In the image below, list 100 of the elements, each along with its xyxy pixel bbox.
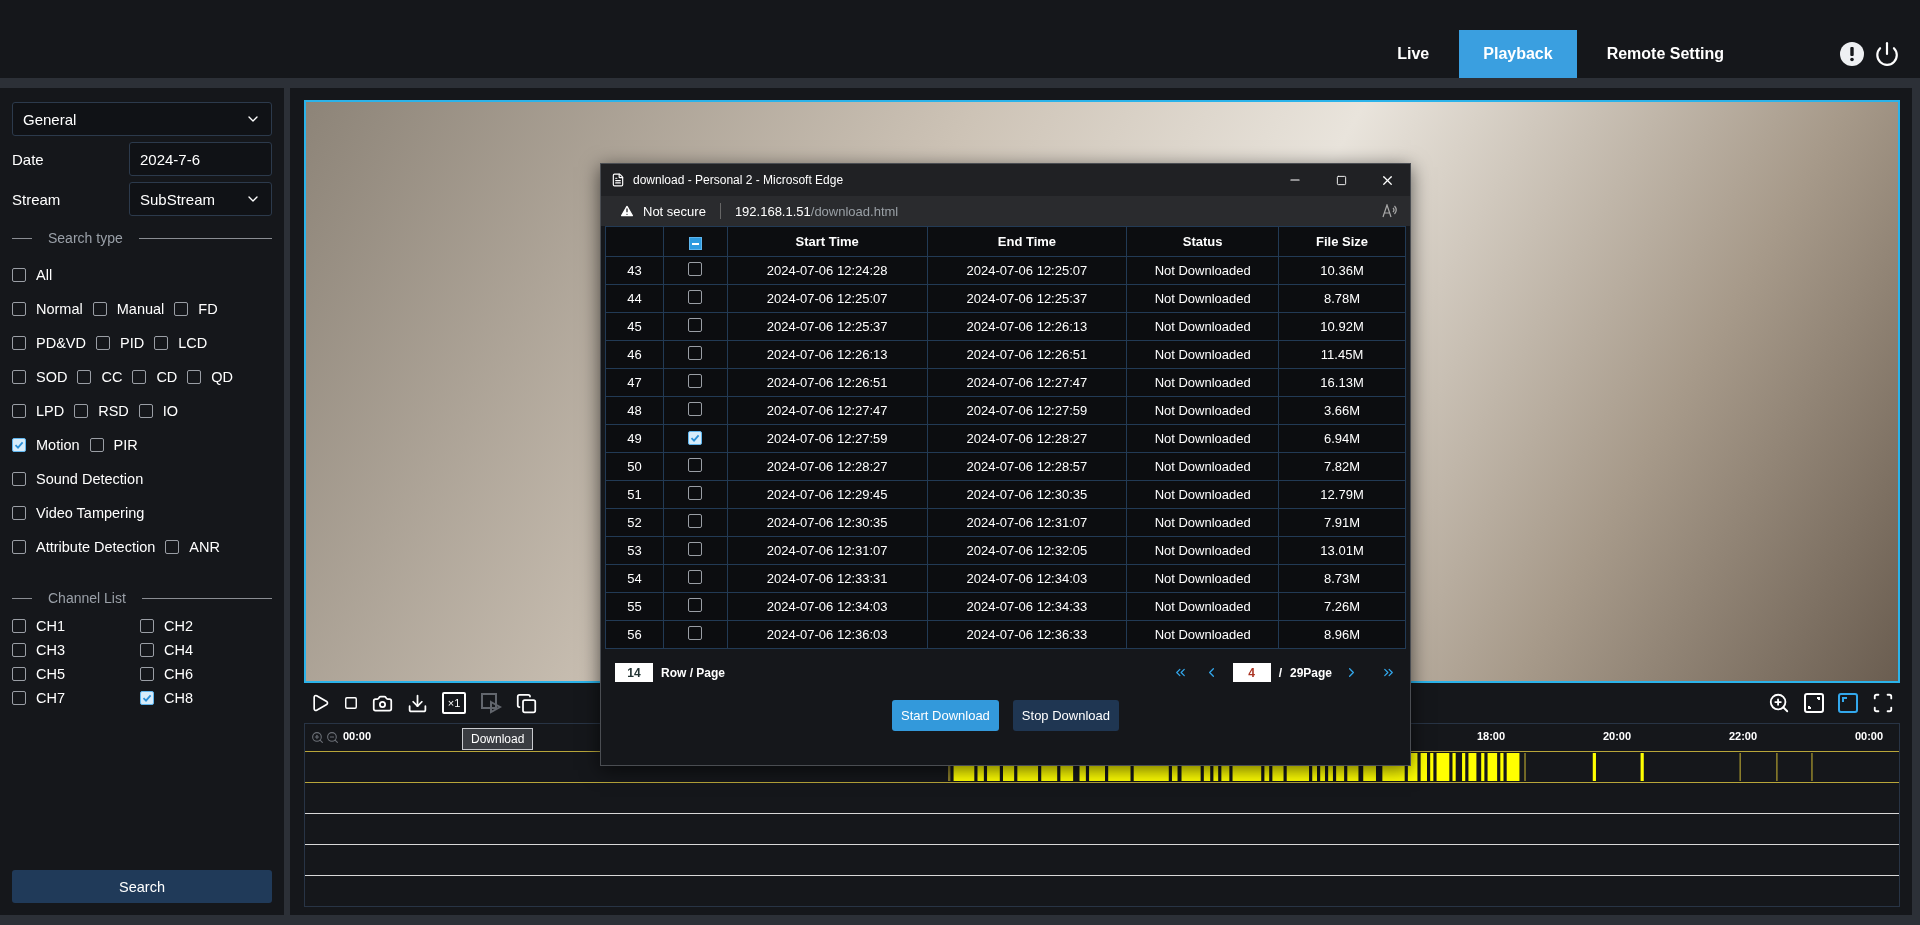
checkbox-label: QD [211,369,234,385]
table-cell: Not Downloaded [1126,284,1279,313]
table-cell: 7.82M [1278,452,1406,481]
checkbox[interactable] [187,370,202,384]
checkbox[interactable] [12,691,26,705]
rows-per-page-label: Row / Page [661,665,725,680]
nav-tab[interactable]: Live [1373,30,1454,78]
section-title: Search type [48,230,123,246]
security-label[interactable]: Not secure [643,203,706,219]
table-cell: 55 [605,592,664,621]
stream-select[interactable]: SubStream [129,182,272,216]
checkbox[interactable] [165,540,180,554]
checkbox-label: LCD [178,335,208,351]
checkbox[interactable] [688,570,703,584]
zoom-out-icon[interactable] [326,731,339,744]
alert-icon[interactable] [1840,42,1864,66]
checkbox[interactable] [140,667,154,681]
table-cell: Not Downloaded [1126,340,1279,369]
checkbox[interactable] [12,472,26,486]
checkbox[interactable] [95,336,110,350]
checkbox[interactable] [12,302,26,316]
read-aloud-icon[interactable] [1382,204,1398,218]
table-cell: 2024-07-06 12:26:51 [727,368,928,397]
power-icon[interactable] [1874,41,1900,67]
checkbox-label: Sound Detection [36,471,144,487]
zoom-in-icon[interactable] [311,731,324,744]
play-button[interactable] [310,693,330,713]
checkbox[interactable] [12,643,26,657]
checkbox[interactable] [688,514,703,528]
checkbox[interactable] [688,626,703,640]
checkbox[interactable] [688,458,703,472]
checkbox[interactable] [12,370,26,384]
checkbox[interactable] [688,598,703,612]
checkbox[interactable] [688,374,703,388]
rows-per-page-field[interactable]: 14 [615,663,653,682]
table-cell: 43 [605,256,664,285]
checkbox[interactable] [12,336,26,350]
checkbox[interactable] [89,438,104,452]
checkbox[interactable] [92,302,107,316]
fit-button[interactable] [1804,693,1824,713]
speed-button[interactable]: ×1 [442,692,466,714]
table-cell: Not Downloaded [1126,312,1279,341]
table-cell: 7.26M [1278,592,1406,621]
date-field[interactable]: 2024-7-6 [129,142,272,176]
column-header: Status [1126,226,1279,257]
table-cell: 8.73M [1278,564,1406,593]
stop-download-button[interactable]: Stop Download [1012,700,1120,731]
page-field[interactable]: 4 [1232,663,1271,682]
table-cell: Not Downloaded [1126,620,1279,649]
checkbox-label: CH5 [36,666,65,682]
checkbox[interactable] [688,346,703,360]
checkbox[interactable] [12,268,26,282]
checkbox-label: Manual [116,301,165,317]
checkbox-label: Motion [36,437,80,453]
table-cell: 2024-07-06 12:27:59 [727,424,928,453]
checkbox[interactable] [688,431,703,445]
table-cell: 45 [605,312,664,341]
table-cell: 10.92M [1278,312,1406,341]
checkbox[interactable] [12,506,26,520]
checkbox[interactable] [688,486,703,500]
url-text[interactable]: 192.168.1.51/download.html [734,203,899,219]
search-button[interactable]: Search [12,870,272,903]
stop-button[interactable] [344,696,358,710]
checkbox[interactable] [77,370,92,384]
table-cell: 2024-07-06 12:26:51 [927,340,1127,369]
nav-tab[interactable]: Remote Setting [1582,30,1748,78]
checkbox[interactable] [138,404,153,418]
checkbox[interactable] [688,290,703,304]
checkbox[interactable] [688,318,703,332]
table-cell: 2024-07-06 12:36:03 [727,620,928,649]
checkbox[interactable] [12,667,26,681]
table-cell: 51 [605,480,664,509]
checkbox[interactable] [12,619,26,633]
zoom-in-button[interactable] [1768,692,1790,714]
checkbox[interactable] [154,336,169,350]
checkbox[interactable] [74,404,89,418]
fullscreen-button[interactable] [1872,692,1894,714]
mode-select[interactable]: General [12,102,272,136]
time-tick-label: 00:00 [342,730,372,742]
checkbox[interactable] [140,643,154,657]
checkbox[interactable] [12,540,26,554]
checkbox[interactable] [12,404,26,418]
aspect-ratio-button[interactable] [1838,693,1858,713]
table-cell: 50 [605,452,664,481]
download-button[interactable] [407,692,428,714]
checkbox[interactable] [688,542,703,556]
windows-button[interactable] [516,692,537,714]
time-tick-label: 00:00 [1854,730,1884,742]
table-cell: Not Downloaded [1126,508,1279,537]
select-all-checkbox[interactable] [688,237,702,251]
checkbox[interactable] [140,619,154,633]
column-header: File Size [1278,226,1406,257]
table-cell: 49 [605,424,664,453]
checkbox[interactable] [688,402,703,416]
checkbox[interactable] [688,262,703,276]
checkbox[interactable] [132,370,147,384]
checkbox[interactable] [140,691,154,705]
checkbox[interactable] [12,438,26,452]
checkbox-label: RSD [98,403,129,419]
checkbox[interactable] [174,302,189,316]
